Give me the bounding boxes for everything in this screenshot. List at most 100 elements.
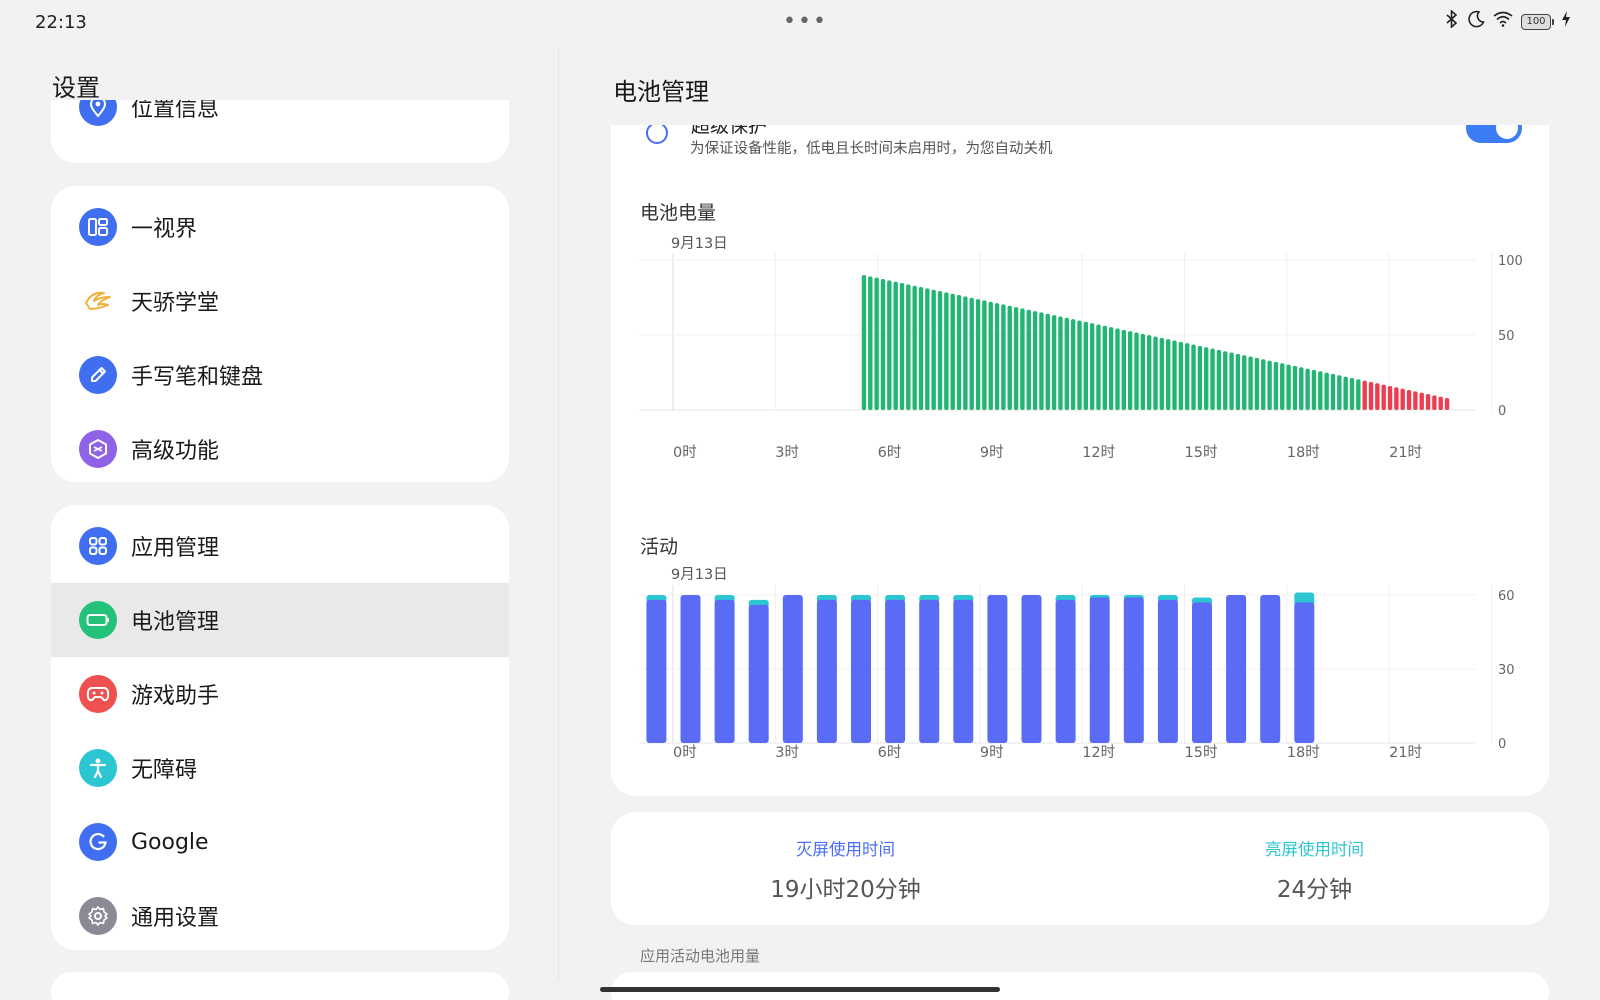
settings-item-advanced[interactable]: 高级功能 <box>51 412 509 482</box>
battery-bar <box>912 285 917 410</box>
protection-radio-icon <box>646 125 668 144</box>
battery-bar <box>1356 379 1361 410</box>
multitask-dots-icon[interactable]: ••• <box>783 9 828 34</box>
screen-off-bar <box>1226 595 1247 743</box>
protection-description: 为保证设备性能，低电且长时间未启用时，为您自动关机 <box>690 141 1053 157</box>
grid-icon <box>79 527 117 565</box>
battery-bar <box>1413 391 1418 410</box>
battery-bar <box>1267 360 1272 410</box>
settings-item-location[interactable]: 位置信息 <box>51 100 509 132</box>
battery-bar <box>887 280 892 410</box>
battery-bar <box>1165 339 1171 410</box>
battery-bar <box>1039 312 1044 410</box>
settings-item-split-view[interactable]: 一视界 <box>51 190 509 264</box>
y-tick-label: 30 <box>1498 663 1515 678</box>
battery-bar <box>1349 377 1355 410</box>
battery-bar <box>1121 329 1127 410</box>
charging-icon <box>1562 11 1570 32</box>
x-tick-label: 21时 <box>1389 444 1422 461</box>
screen-off-bar <box>953 599 974 743</box>
battery-bar <box>1026 309 1031 410</box>
battery-bar <box>994 303 1000 410</box>
screen-off-bar <box>1192 602 1212 743</box>
battery-bar <box>988 301 993 410</box>
y-tick-label: 100 <box>1498 254 1523 269</box>
battery-bar <box>1273 361 1279 410</box>
battery-level-chart: 9月13日 100 50 0 0时 3时 6时 9时 12时 15时 18时 21时 <box>639 236 1523 461</box>
settings-item-game-assistant[interactable]: 游戏助手 <box>51 657 509 731</box>
battery-bar <box>1001 304 1006 410</box>
settings-group-features: 一视界 天骄学堂 手写笔和键盘 高级功能 <box>51 186 509 482</box>
battery-bar <box>1032 311 1038 410</box>
home-indicator[interactable] <box>600 987 1000 992</box>
screen-off-label: 灭屏使用时间 <box>796 840 895 859</box>
settings-item-learning[interactable]: 天骄学堂 <box>51 264 509 338</box>
settings-item-general[interactable]: 通用设置 <box>51 879 509 950</box>
battery-bar <box>893 281 898 410</box>
battery-bar <box>1210 348 1215 410</box>
screen-off-bar <box>748 604 769 743</box>
battery-bar <box>1375 383 1380 410</box>
pane-divider <box>558 46 559 981</box>
app-usage-card <box>611 972 1549 1000</box>
settings-item-battery[interactable]: 电池管理 <box>51 583 509 657</box>
battery-bar <box>1330 373 1336 410</box>
usage-time-card: 灭屏使用时间 19小时20分钟 亮屏使用时间 24分钟 <box>611 812 1549 925</box>
settings-item-label: 应用管理 <box>131 536 220 561</box>
battery-bar <box>1292 365 1298 410</box>
settings-item-google[interactable]: Google <box>51 805 509 879</box>
battery-bar <box>899 283 905 410</box>
x-tick-label: 6时 <box>878 444 902 461</box>
hexagon-icon <box>79 430 117 468</box>
battery-bar <box>1127 331 1133 410</box>
battery-bar <box>1324 372 1329 410</box>
battery-bar <box>1089 323 1095 410</box>
battery-bar <box>963 296 968 410</box>
battery-bar <box>944 292 949 410</box>
battery-bar <box>1051 315 1057 410</box>
battery-bar <box>1381 384 1386 410</box>
settings-item-label: 一视界 <box>131 217 198 242</box>
battery-bar <box>1406 389 1412 410</box>
accessibility-icon <box>79 749 117 787</box>
y-tick-label: 50 <box>1498 329 1515 344</box>
screen-on-label: 亮屏使用时间 <box>1265 840 1364 859</box>
settings-group-system: 应用管理 电池管理 游戏助手 无障碍 Google 通用设置 <box>51 505 509 950</box>
battery-bar <box>1108 327 1114 410</box>
x-tick-label: 3时 <box>775 744 799 761</box>
battery-bar <box>918 287 924 410</box>
pencil-icon <box>79 356 117 394</box>
y-tick-label: 0 <box>1498 404 1506 419</box>
settings-item-stylus-keyboard[interactable]: 手写笔和键盘 <box>51 338 509 412</box>
battery-bar <box>1204 347 1209 410</box>
battery-bar <box>1153 336 1158 410</box>
split-view-icon <box>79 208 117 246</box>
screen-off-bar <box>782 595 803 743</box>
screen-off-bar <box>851 599 871 743</box>
screen-off-bar <box>885 599 906 743</box>
battery-bar <box>1254 357 1260 410</box>
battery-bar <box>1083 321 1088 410</box>
y-tick-label: 0 <box>1498 737 1506 752</box>
battery-bar <box>1394 387 1399 410</box>
screen-off-value: 19小时20分钟 <box>770 877 921 903</box>
battery-bar <box>1172 340 1177 410</box>
battery-bar <box>1318 371 1323 410</box>
settings-item-label: 天骄学堂 <box>131 291 220 316</box>
settings-item-label: 手写笔和键盘 <box>131 365 264 390</box>
screen-off-bar <box>1157 599 1178 743</box>
x-tick-label: 9时 <box>980 744 1004 761</box>
battery-bar <box>1419 392 1424 410</box>
battery-bar <box>1425 393 1431 410</box>
battery-bar <box>1216 349 1222 410</box>
settings-item-accessibility[interactable]: 无障碍 <box>51 731 509 805</box>
x-tick-label: 15时 <box>1185 444 1218 461</box>
battery-icon <box>79 601 117 639</box>
battery-card: 超级保护 为保证设备性能，低电且长时间未启用时，为您自动关机 电池电量 9月13… <box>611 125 1549 796</box>
battery-bar <box>1115 328 1120 410</box>
protection-toggle[interactable] <box>1466 125 1522 143</box>
activity-chart: 9月13日 60 30 0 0时 3时 6时 9时 12时 15时 18时 21时 <box>639 567 1515 761</box>
settings-item-label: 通用设置 <box>131 906 220 931</box>
battery-bar <box>931 289 936 410</box>
settings-item-app-management[interactable]: 应用管理 <box>51 509 509 583</box>
